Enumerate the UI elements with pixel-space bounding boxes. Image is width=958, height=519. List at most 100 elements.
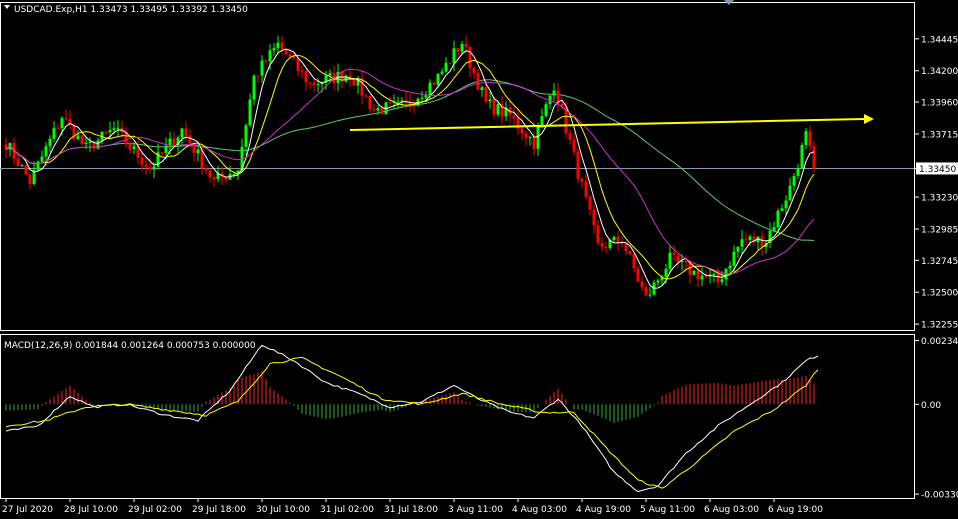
bull-candle (536, 126, 540, 149)
bear-candle (300, 70, 304, 72)
bear-candle (212, 177, 216, 180)
bear-candle (160, 152, 164, 154)
bull-candle (20, 165, 24, 167)
price-tick-label: 1.34445 (921, 35, 958, 45)
price-tick-label: 1.32745 (921, 257, 958, 267)
bear-candle (284, 49, 288, 55)
bull-candle (772, 226, 776, 231)
time-tick-label: 27 Jul 2020 (2, 505, 53, 515)
bear-candle (128, 144, 132, 150)
price-tick-label: 1.32255 (921, 321, 958, 331)
bear-candle (388, 102, 392, 104)
bear-candle (760, 236, 764, 247)
bull-candle (552, 90, 556, 96)
bear-candle (596, 225, 600, 243)
bull-candle (40, 156, 44, 162)
price-tick-label: 1.33715 (921, 130, 958, 140)
bull-candle (692, 270, 696, 275)
bear-candle (448, 62, 452, 64)
bear-candle (696, 270, 700, 280)
bear-candle (364, 95, 368, 97)
bull-candle (776, 210, 780, 227)
bear-candle (308, 82, 312, 84)
bull-candle (196, 149, 200, 154)
bear-candle (616, 236, 620, 243)
bull-candle (440, 71, 444, 74)
bull-candle (720, 279, 724, 283)
bull-candle (444, 62, 448, 72)
time-tick-label: 6 Aug 19:00 (768, 505, 823, 515)
bear-candle (432, 82, 436, 85)
bear-candle (484, 87, 488, 102)
bull-candle (528, 137, 532, 139)
bear-candle (296, 57, 300, 71)
bull-candle (316, 84, 320, 86)
bull-candle (272, 48, 276, 51)
bull-candle (428, 82, 432, 96)
bear-candle (568, 133, 572, 140)
bear-candle (592, 209, 596, 226)
bear-candle (188, 135, 192, 144)
bull-candle (420, 97, 424, 99)
macd-tick-label: 0.002344 (921, 337, 958, 347)
bear-candle (264, 60, 268, 62)
bear-candle (472, 67, 476, 73)
bear-candle (24, 165, 28, 175)
chart-window[interactable]: USDCAD.Exp,H1 1.33473 1.33495 1.33392 1.… (0, 0, 958, 519)
time-tick-label: 3 Aug 11:00 (448, 505, 503, 515)
bull-candle (804, 131, 808, 146)
bull-candle (460, 43, 464, 52)
bear-candle (468, 46, 472, 68)
bull-candle (488, 99, 492, 102)
bull-candle (612, 236, 616, 241)
bear-candle (372, 108, 376, 111)
bull-candle (664, 268, 668, 277)
bear-candle (304, 71, 308, 83)
current-price-label: 1.33450 (919, 165, 956, 175)
bull-candle (740, 239, 744, 247)
bull-candle (496, 104, 500, 115)
price-tick-label: 1.33230 (921, 194, 958, 204)
bull-candle (252, 75, 256, 100)
bull-candle (544, 104, 548, 117)
bear-candle (492, 99, 496, 115)
bear-candle (636, 268, 640, 282)
bull-candle (480, 87, 484, 91)
bear-candle (580, 178, 584, 182)
bear-candle (644, 287, 648, 296)
bull-candle (736, 246, 740, 252)
price-tick-label: 1.32985 (921, 226, 958, 236)
bull-candle (800, 145, 804, 169)
bull-candle (436, 73, 440, 85)
bear-candle (744, 239, 748, 241)
bear-candle (140, 157, 144, 165)
time-tick-label: 31 Jul 18:00 (384, 505, 438, 515)
bull-candle (728, 265, 732, 269)
bull-candle (108, 130, 112, 133)
bear-candle (288, 54, 292, 57)
bear-candle (584, 181, 588, 197)
bull-candle (260, 60, 264, 76)
bear-candle (280, 42, 284, 50)
bear-candle (572, 139, 576, 152)
symbol-header: USDCAD.Exp,H1 1.33473 1.33495 1.33392 1.… (14, 5, 248, 15)
bull-candle (276, 42, 280, 49)
bear-candle (704, 275, 708, 277)
bull-candle (244, 125, 248, 147)
bull-candle (700, 275, 704, 280)
bear-candle (588, 196, 592, 210)
bull-candle (668, 252, 672, 269)
bull-candle (164, 145, 168, 153)
time-tick-label: 29 Jul 02:00 (128, 505, 182, 515)
bear-candle (412, 105, 416, 107)
bear-candle (520, 128, 524, 134)
bear-candle (476, 72, 480, 91)
bear-candle (16, 158, 20, 167)
bear-candle (184, 128, 188, 136)
bull-candle (52, 128, 56, 139)
bear-candle (204, 168, 208, 171)
bear-candle (104, 131, 108, 133)
bull-candle (152, 166, 156, 170)
bull-candle (180, 128, 184, 138)
bear-candle (208, 170, 212, 178)
